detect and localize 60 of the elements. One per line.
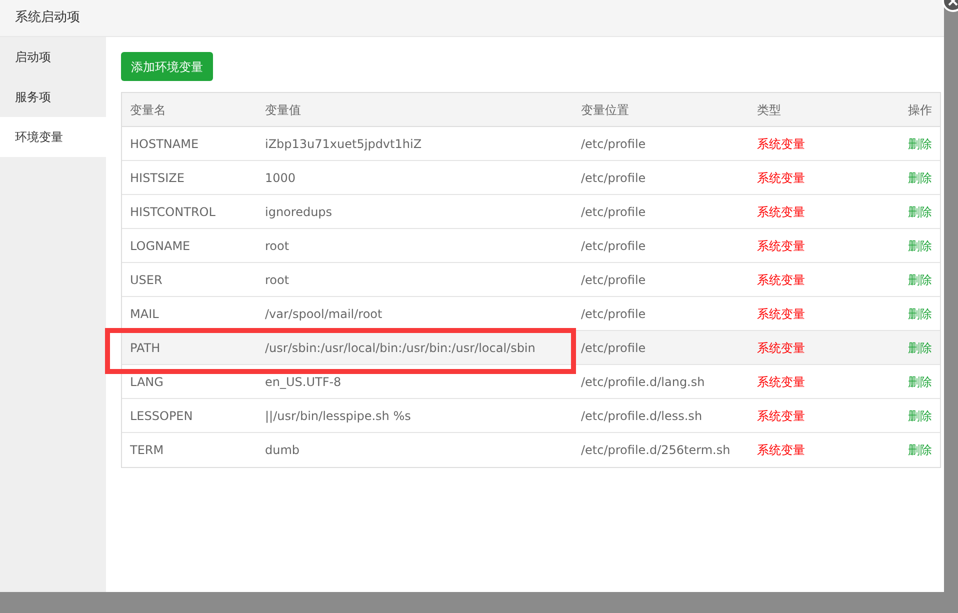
table-cell: /etc/profile [581,340,646,354]
delete-link[interactable]: 删除 [908,272,932,286]
table-cell: /etc/profile.d/less.sh [581,408,702,422]
table-cell: HOSTNAME [130,136,199,150]
table-cell: /etc/profile [581,204,646,218]
table-cell: LESSOPEN [130,408,193,422]
type-label: 系统变量 [757,204,805,218]
type-label: 系统变量 [757,340,805,354]
delete-link[interactable]: 删除 [908,306,932,320]
type-label: 系统变量 [757,272,805,286]
table-cell: /etc/profile [581,238,646,252]
table-cell: iZbp13u71xuet5jpdvt1hiZ [265,136,422,150]
table-cell: /etc/profile.d/256term.sh [581,443,730,457]
column-header: 变量名 [130,102,166,116]
table-cell: /var/spool/mail/root [265,306,382,320]
table-cell: HISTSIZE [130,170,184,184]
delete-link[interactable]: 删除 [908,170,932,184]
table-cell: /etc/profile [581,170,646,184]
delete-link[interactable]: 删除 [908,204,932,218]
table-cell: root [265,272,290,286]
table-cell: LANG [130,374,164,388]
table-cell: /etc/profile [581,272,646,286]
table-cell: LOGNAME [130,238,190,252]
table-cell: /etc/profile [581,136,646,150]
table-cell: ||/usr/bin/lesspipe.sh %s [265,408,411,422]
delete-link[interactable]: 删除 [908,408,932,422]
sidebar-item[interactable]: 环境变量 [0,117,106,157]
type-label: 系统变量 [757,374,805,388]
column-header: 类型 [757,102,781,116]
table-cell: TERM [130,443,164,457]
table-cell: root [265,238,290,252]
type-label: 系统变量 [757,408,805,422]
column-header: 操作 [908,102,932,116]
type-label: 系统变量 [757,238,805,252]
delete-link[interactable]: 删除 [908,443,932,457]
delete-link[interactable]: 删除 [908,340,932,354]
delete-link[interactable]: 删除 [908,238,932,252]
table-cell: HISTCONTROL [130,204,216,218]
sidebar-item[interactable]: 服务项 [0,77,106,117]
table-cell: /etc/profile.d/lang.sh [581,374,705,388]
type-label: 系统变量 [757,170,805,184]
table-cell: /usr/sbin:/usr/local/bin:/usr/bin:/usr/local/sbin [265,340,536,354]
type-label: 系统变量 [757,136,805,150]
window-title: 系统启动项 [15,9,80,28]
column-header: 变量值 [265,102,301,116]
table-cell: USER [130,272,162,286]
delete-link[interactable]: 删除 [908,136,932,150]
table-cell: PATH [130,340,160,354]
table-cell: en_US.UTF-8 [265,374,342,388]
type-label: 系统变量 [757,306,805,320]
table-cell: dumb [265,443,300,457]
column-header: 变量位置 [581,102,629,116]
delete-link[interactable]: 删除 [908,374,932,388]
table-cell: ignoredups [265,204,332,218]
type-label: 系统变量 [757,443,805,457]
add-variable-button[interactable]: 添加环境变量 [121,52,213,81]
table-cell: /etc/profile [581,306,646,320]
table-cell: MAIL [130,306,159,320]
table-cell: 1000 [265,170,296,184]
sidebar-item[interactable]: 启动项 [0,37,106,77]
